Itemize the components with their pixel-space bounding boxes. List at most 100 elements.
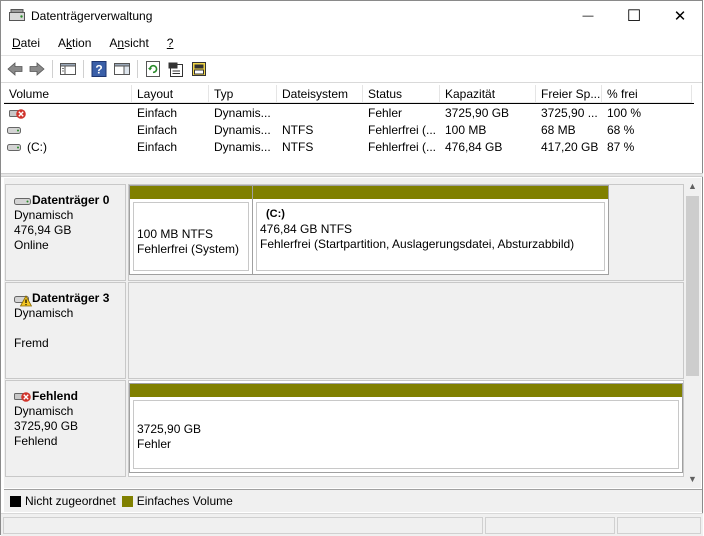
close-button[interactable]: ✕	[657, 1, 703, 31]
legend-swatch-simple-volume	[121, 495, 133, 507]
toolbar-separator	[137, 60, 138, 78]
cell-dateisystem	[277, 105, 363, 122]
disk-label-datentraeger-3[interactable]: Datenträger 3 Dynamisch Fremd	[5, 282, 126, 379]
cell-layout: Einfach	[137, 123, 178, 137]
scroll-up-icon[interactable]: ▲	[684, 178, 701, 195]
legend-label-unallocated: Nicht zugeordnet	[25, 494, 116, 508]
pane-splitter[interactable]	[1, 173, 703, 177]
menu-bar: Datei Aktion Ansicht ?	[1, 32, 702, 54]
disk-size	[14, 321, 125, 336]
cell-prozent-frei: 87 %	[607, 140, 635, 154]
partition-missing[interactable]: 3725,90 GB Fehler	[129, 383, 683, 473]
cell-typ: Dynamis...	[214, 140, 271, 154]
cell-typ: Dynamis...	[214, 106, 271, 120]
partition-size: 476,84 GB NTFS	[260, 222, 353, 236]
cell-prozent-frei: 100 %	[607, 106, 642, 120]
cell-status: Fehler	[368, 106, 403, 120]
legend-label-simple-volume: Einfaches Volume	[136, 494, 233, 508]
maximize-icon: ☐	[626, 8, 642, 25]
column-header-status[interactable]: Status	[363, 85, 440, 103]
column-header-freier-speicher[interactable]: Freier Sp...	[536, 85, 602, 103]
cell-prozent-frei: 68 %	[607, 123, 635, 137]
cell-kapazitaet: 3725,90 GB	[445, 106, 510, 120]
table-row[interactable]: Einfach Dynamis... Fehler 3725,90 GB 372…	[4, 105, 694, 122]
cell-freier-speicher: 3725,90 ...	[541, 106, 598, 120]
disk-type: Dynamisch	[14, 306, 74, 320]
close-icon: ✕	[673, 8, 687, 25]
cell-status: Fehlerfrei (...	[368, 140, 437, 154]
disk-state: Fremd	[14, 336, 49, 350]
simple-volume-bar	[253, 186, 608, 199]
column-header-prozent-frei[interactable]: % frei	[602, 85, 692, 103]
disk-size: 476,94 GB	[14, 223, 72, 237]
cell-kapazitaet: 100 MB	[445, 123, 487, 137]
cell-layout: Einfach	[137, 106, 178, 120]
disk-state: Online	[14, 238, 49, 252]
cell-layout: Einfach	[137, 140, 178, 154]
column-header-layout[interactable]: Layout	[132, 85, 209, 103]
disk-icon	[14, 198, 31, 205]
status-bar	[1, 513, 703, 536]
back-icon[interactable]	[6, 60, 24, 78]
simple-volume-bar	[130, 186, 252, 199]
table-row[interactable]: Einfach Dynamis... NTFS Fehlerfrei (... …	[4, 122, 694, 139]
header-underline	[4, 103, 694, 104]
partition-system[interactable]: 100 MB NTFS Fehlerfrei (System)	[129, 185, 253, 275]
disk-type: Dynamisch	[14, 208, 74, 222]
table-row[interactable]: (C:) Einfach Dynamis... NTFS Fehlerfrei …	[4, 139, 694, 156]
menu-help[interactable]: ?	[156, 36, 181, 50]
column-header-dateisystem[interactable]: Dateisystem	[277, 85, 363, 103]
refresh-icon[interactable]	[144, 60, 162, 78]
toolbar: ?	[1, 55, 702, 83]
legend: Nicht zugeordnet Einfaches Volume	[4, 489, 702, 512]
disk-partitions-datentraeger-0: 100 MB NTFS Fehlerfrei (System) (C:) 476…	[128, 184, 684, 281]
volume-list: Volume Layout Typ Dateisystem Status Kap…	[4, 85, 700, 173]
disk-settings-icon[interactable]	[190, 60, 208, 78]
minimize-button[interactable]: —	[565, 1, 611, 31]
disk-management-app-icon	[9, 9, 25, 21]
column-header-volume[interactable]: Volume	[4, 85, 132, 103]
disk-management-window: Datenträgerverwaltung — ☐ ✕ Datei Aktion…	[0, 0, 703, 536]
forward-icon[interactable]	[28, 60, 46, 78]
menu-datei[interactable]: Datei	[1, 36, 47, 50]
menu-ansicht[interactable]: Ansicht	[98, 36, 155, 50]
status-pane-main	[3, 517, 483, 534]
cell-volume: (C:)	[27, 140, 47, 154]
cell-dateisystem: NTFS	[282, 140, 314, 154]
minimize-icon: —	[582, 10, 594, 22]
legend-swatch-unallocated	[10, 495, 21, 507]
title-bar: Datenträgerverwaltung — ☐ ✕	[1, 1, 702, 31]
disk-label-fehlend[interactable]: Fehlend Dynamisch 3725,90 GB Fehlend	[5, 380, 126, 477]
vertical-scrollbar[interactable]: ▲ ▼	[684, 178, 701, 488]
partition-status: Fehler	[137, 437, 172, 451]
disk-graphical-view: Datenträger 0 Dynamisch 476,94 GB Online…	[4, 178, 684, 488]
partition-size: 3725,90 GB	[137, 422, 202, 436]
disk-type: Dynamisch	[14, 404, 74, 418]
status-pane-3	[617, 517, 701, 534]
disk-warning-icon	[14, 295, 32, 307]
scroll-thumb[interactable]	[686, 196, 699, 376]
menu-aktion[interactable]: Aktion	[47, 36, 98, 50]
cell-volume	[24, 105, 132, 122]
column-header-kapazitaet[interactable]: Kapazität	[440, 85, 536, 103]
help-icon[interactable]: ?	[90, 60, 108, 78]
partition-status: Fehlerfrei (System)	[137, 242, 240, 256]
cell-kapazitaet: 476,84 GB	[445, 140, 503, 154]
scroll-down-icon[interactable]: ▼	[684, 471, 701, 488]
partition-info: 100 MB NTFS Fehlerfrei (System)	[133, 202, 249, 271]
cell-dateisystem: NTFS	[282, 123, 314, 137]
partition-info: (C:) 476,84 GB NTFS Fehlerfrei (Startpar…	[256, 202, 605, 271]
partition-c[interactable]: (C:) 476,84 GB NTFS Fehlerfrei (Startpar…	[252, 185, 609, 275]
show-hide-action-pane-icon[interactable]	[113, 60, 131, 78]
cell-typ: Dynamis...	[214, 123, 271, 137]
cell-volume	[24, 122, 132, 139]
svg-text:?: ?	[95, 63, 102, 77]
maximize-button[interactable]: ☐	[611, 1, 657, 31]
disk-state: Fehlend	[14, 434, 58, 448]
properties-icon[interactable]	[167, 60, 185, 78]
column-header-typ[interactable]: Typ	[209, 85, 277, 103]
disk-label-datentraeger-0[interactable]: Datenträger 0 Dynamisch 476,94 GB Online	[5, 184, 126, 281]
status-pane-2	[485, 517, 615, 534]
console-tree-icon[interactable]	[59, 60, 77, 78]
volume-icon	[7, 127, 21, 134]
